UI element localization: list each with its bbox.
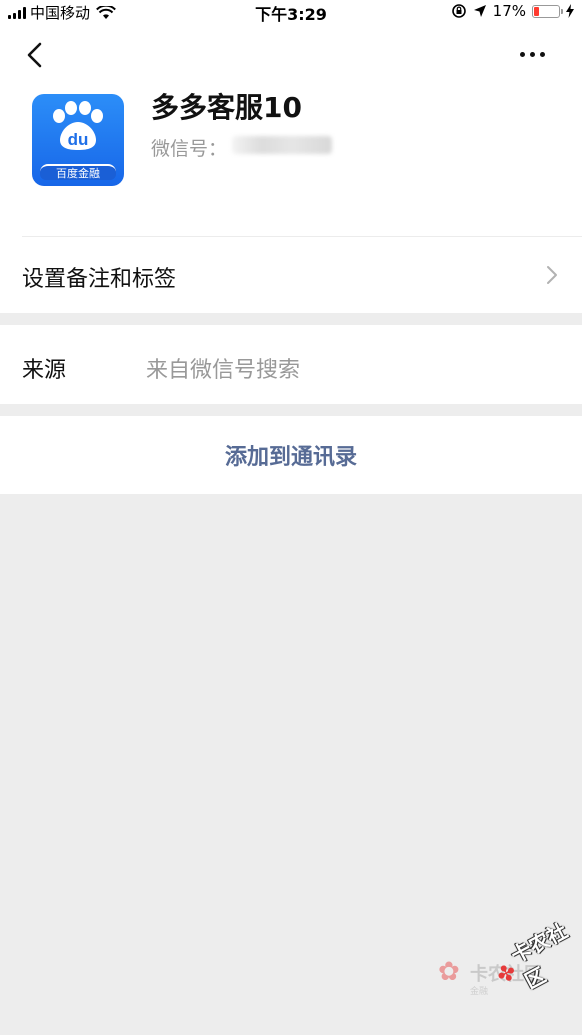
add-to-contacts-label: 添加到通讯录 bbox=[224, 445, 357, 470]
wechat-id-redacted bbox=[232, 136, 332, 154]
source-label: 来源 bbox=[22, 358, 67, 383]
location-arrow-icon bbox=[473, 5, 486, 17]
avatar-caption: 百度金融 bbox=[40, 164, 116, 180]
profile-header: du 百度金融 多多客服10 微信号： bbox=[0, 24, 582, 237]
baidu-paw-icon: du bbox=[53, 101, 103, 150]
more-dot bbox=[520, 51, 525, 57]
chevron-left-icon bbox=[27, 42, 42, 68]
watermark-subtext: 金融 bbox=[470, 987, 489, 997]
watermark-stamp-text: 卡农社区 bbox=[507, 918, 572, 994]
charging-bolt-icon bbox=[566, 4, 574, 18]
contact-profile-screen: 中国移动 下午3:29 17% du 百度金融 多多客服10 微信号： 设置备注… bbox=[0, 0, 582, 1035]
source-row: 来源 来自微信号搜索 bbox=[0, 325, 582, 404]
watermark-logo-icon: ✿ bbox=[438, 957, 460, 987]
set-remark-tags-row[interactable]: 设置备注和标签 bbox=[0, 237, 582, 313]
status-bar: 中国移动 下午3:29 17% bbox=[0, 0, 582, 24]
add-to-contacts-button[interactable]: 添加到通讯录 bbox=[0, 416, 582, 494]
chevron-right-icon bbox=[547, 266, 557, 284]
status-right: 17% bbox=[451, 2, 574, 20]
profile-name: 多多客服10 bbox=[151, 91, 302, 124]
svg-text:du: du bbox=[68, 130, 89, 149]
avatar[interactable]: du 百度金融 bbox=[32, 94, 124, 186]
more-dot bbox=[530, 51, 535, 57]
watermark-stamp: ✤ 卡农社区 bbox=[492, 918, 582, 993]
watermark-text: 卡农社区 bbox=[470, 964, 542, 985]
set-remark-tags-label: 设置备注和标签 bbox=[22, 267, 177, 292]
source-value: 来自微信号搜索 bbox=[146, 358, 301, 383]
battery-icon bbox=[532, 4, 563, 18]
rotation-lock-icon bbox=[451, 4, 466, 18]
watermark: ✿ 卡农社区 金融 ✤ 卡农社区 bbox=[432, 918, 582, 1035]
watermark-stamp-logo-icon: ✤ bbox=[492, 959, 521, 990]
back-button[interactable] bbox=[22, 40, 50, 70]
wechat-id-label: 微信号： bbox=[151, 138, 228, 160]
battery-percent: 17% bbox=[492, 2, 526, 20]
more-button[interactable] bbox=[520, 46, 556, 62]
more-dot bbox=[540, 51, 545, 57]
